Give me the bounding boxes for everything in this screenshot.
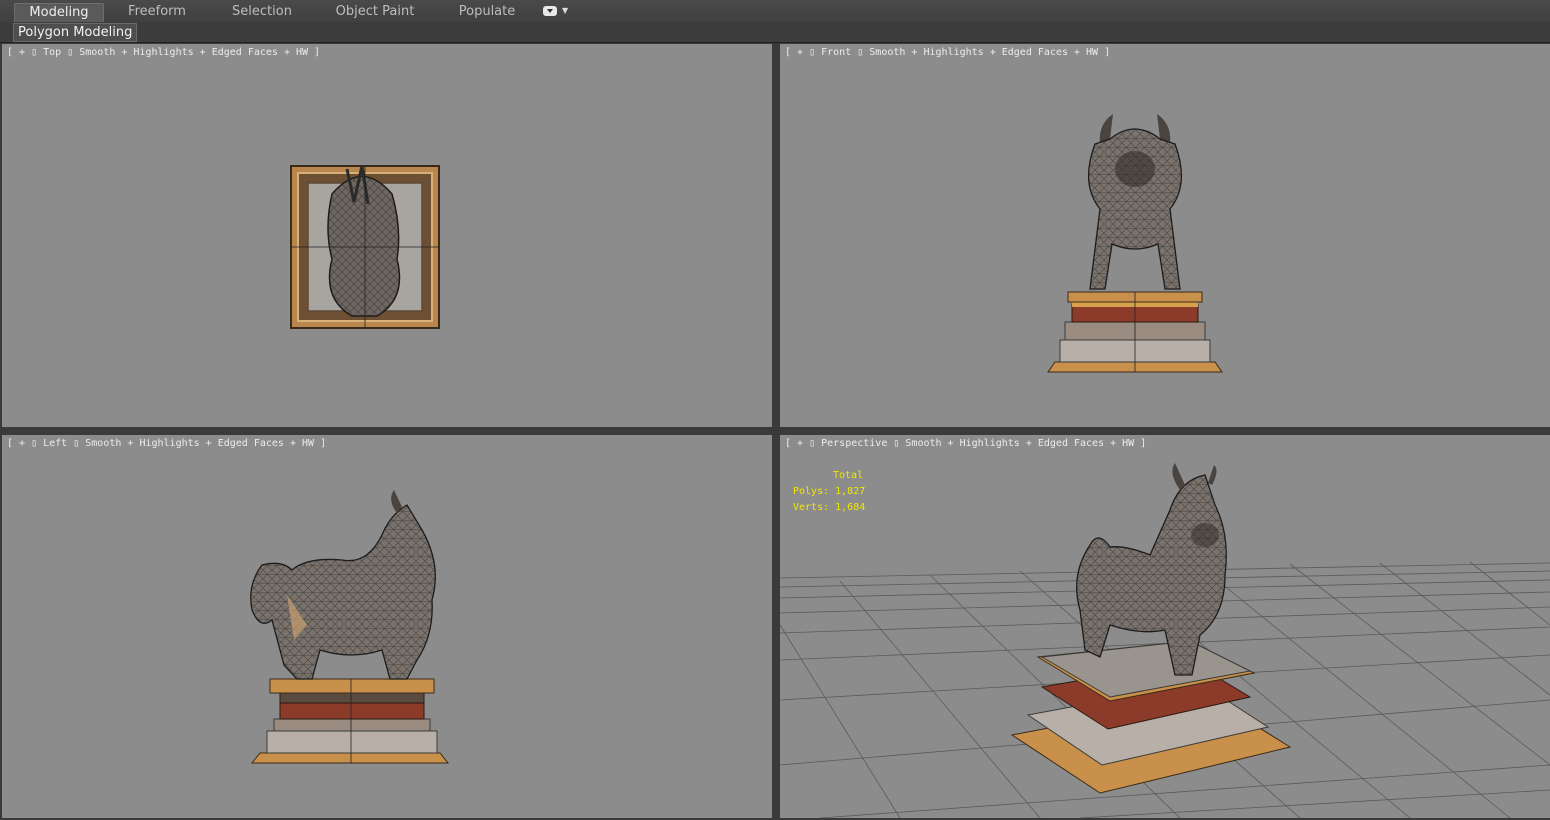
tab-selection[interactable]: Selection bbox=[215, 3, 309, 21]
left-view-model bbox=[250, 490, 450, 764]
tab-object-paint[interactable]: Object Paint bbox=[325, 3, 425, 21]
viewport-perspective[interactable]: [ + ▯ Perspective ▯ Smooth + Highlights … bbox=[780, 435, 1550, 818]
front-view-model bbox=[1047, 114, 1223, 373]
polygon-modeling-panel-button[interactable]: Polygon Modeling bbox=[13, 23, 138, 42]
top-view-model bbox=[290, 165, 440, 329]
ribbon-panel-bar: Polygon Modeling bbox=[0, 22, 1550, 43]
ribbon-options-icon[interactable] bbox=[543, 6, 557, 16]
chevron-down-icon[interactable]: ▼ bbox=[562, 6, 568, 15]
tab-modeling[interactable]: Modeling bbox=[14, 3, 104, 22]
perspective-view-model bbox=[780, 463, 1550, 818]
viewport-front[interactable]: [ + ▯ Front ▯ Smooth + Highlights + Edge… bbox=[780, 44, 1550, 427]
tab-freeform[interactable]: Freeform bbox=[112, 3, 202, 21]
viewport-top[interactable]: [ + ▯ Top ▯ Smooth + Highlights + Edged … bbox=[2, 44, 772, 427]
viewport-left[interactable]: [ + ▯ Left ▯ Smooth + Highlights + Edged… bbox=[2, 435, 772, 818]
ribbon-tab-bar: Modeling Freeform Selection Object Paint… bbox=[0, 0, 1550, 23]
tab-populate[interactable]: Populate bbox=[445, 3, 529, 21]
